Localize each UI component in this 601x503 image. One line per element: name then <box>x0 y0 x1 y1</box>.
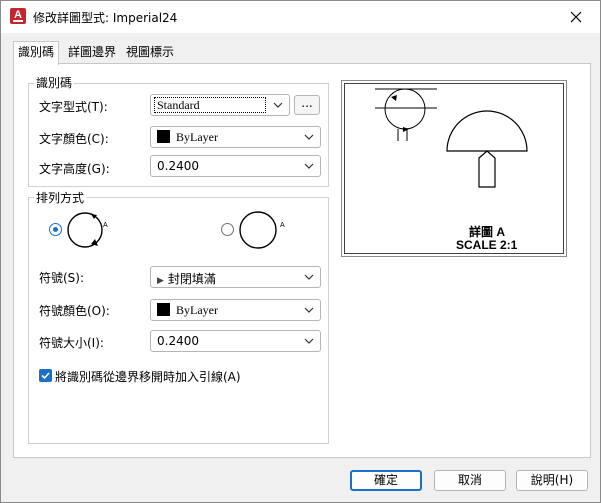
close-icon <box>570 11 582 23</box>
autocad-app-icon: A <box>10 8 26 24</box>
dialog-window: A 修改詳圖型式: Imperial24 識別碼 詳圖邊界 視圖標示 識別碼 文… <box>0 0 601 503</box>
chevron-down-icon <box>304 163 314 169</box>
color-swatch <box>157 130 170 143</box>
chevron-down-icon <box>304 338 314 344</box>
arrangement-option-2-radio[interactable] <box>221 223 234 236</box>
symbol-color-label: 符號顏色(O): <box>39 304 110 318</box>
title-bar: A 修改詳圖型式: Imperial24 <box>1 1 600 33</box>
preview-scale: SCALE 2:1 <box>456 238 518 252</box>
preview-pane: 詳圖 A SCALE 2:1 <box>341 80 567 257</box>
symbol-size-combo[interactable]: 0.2400 <box>150 330 321 352</box>
checkmark-icon <box>41 372 50 380</box>
text-height-label: 文字高度(G): <box>39 162 110 176</box>
symbol-label: 符號(S): <box>39 271 85 285</box>
identifier-symbol-icon <box>239 211 277 249</box>
text-height-combo[interactable]: 0.2400 <box>150 155 321 177</box>
window-title: 修改詳圖型式: Imperial24 <box>33 11 178 25</box>
symbol-dropdown[interactable]: ▶ 封閉填滿 <box>150 266 321 288</box>
text-style-dropdown[interactable]: Standard <box>150 94 290 116</box>
ok-button[interactable]: 確定 <box>350 470 422 491</box>
text-color-label: 文字顏色(C): <box>39 132 109 146</box>
tab-detail-boundary[interactable]: 詳圖邊界 <box>64 43 121 63</box>
tab-identifier[interactable]: 識別碼 <box>13 41 60 65</box>
leader-checkbox-label[interactable]: 將識別碼從邊界移開時加入引線(A) <box>55 368 241 385</box>
arrangement-option-2-preview[interactable]: A <box>238 209 288 251</box>
identifier-group-label: 識別碼 <box>34 74 75 91</box>
closed-filled-arrow-icon: ▶ <box>157 276 164 286</box>
close-button[interactable] <box>558 3 594 31</box>
chevron-down-icon <box>304 274 314 280</box>
text-style-label: 文字型式(T): <box>39 100 108 114</box>
leader-checkbox[interactable] <box>39 369 52 382</box>
arrangement-option-1-radio[interactable] <box>49 223 62 236</box>
detail-preview-drawing <box>375 88 528 188</box>
color-swatch <box>157 303 170 316</box>
symbol-color-dropdown[interactable]: ByLayer <box>150 299 321 321</box>
identifier-symbol-icon <box>67 212 103 248</box>
text-color-dropdown[interactable]: ByLayer <box>150 126 321 148</box>
arrangement-group-label: 排列方式 <box>34 189 87 206</box>
help-button[interactable]: 說明(H) <box>516 470 588 491</box>
text-style-browse-button[interactable]: ... <box>294 95 320 115</box>
symbol-size-label: 符號大小(I): <box>39 336 104 350</box>
cancel-button[interactable]: 取消 <box>434 470 506 491</box>
chevron-down-icon <box>304 134 314 140</box>
tab-view-label[interactable]: 視圖標示 <box>122 43 179 63</box>
arrangement-option-1-preview[interactable]: A <box>67 209 115 251</box>
chevron-down-icon <box>273 102 283 108</box>
chevron-down-icon <box>304 307 314 313</box>
